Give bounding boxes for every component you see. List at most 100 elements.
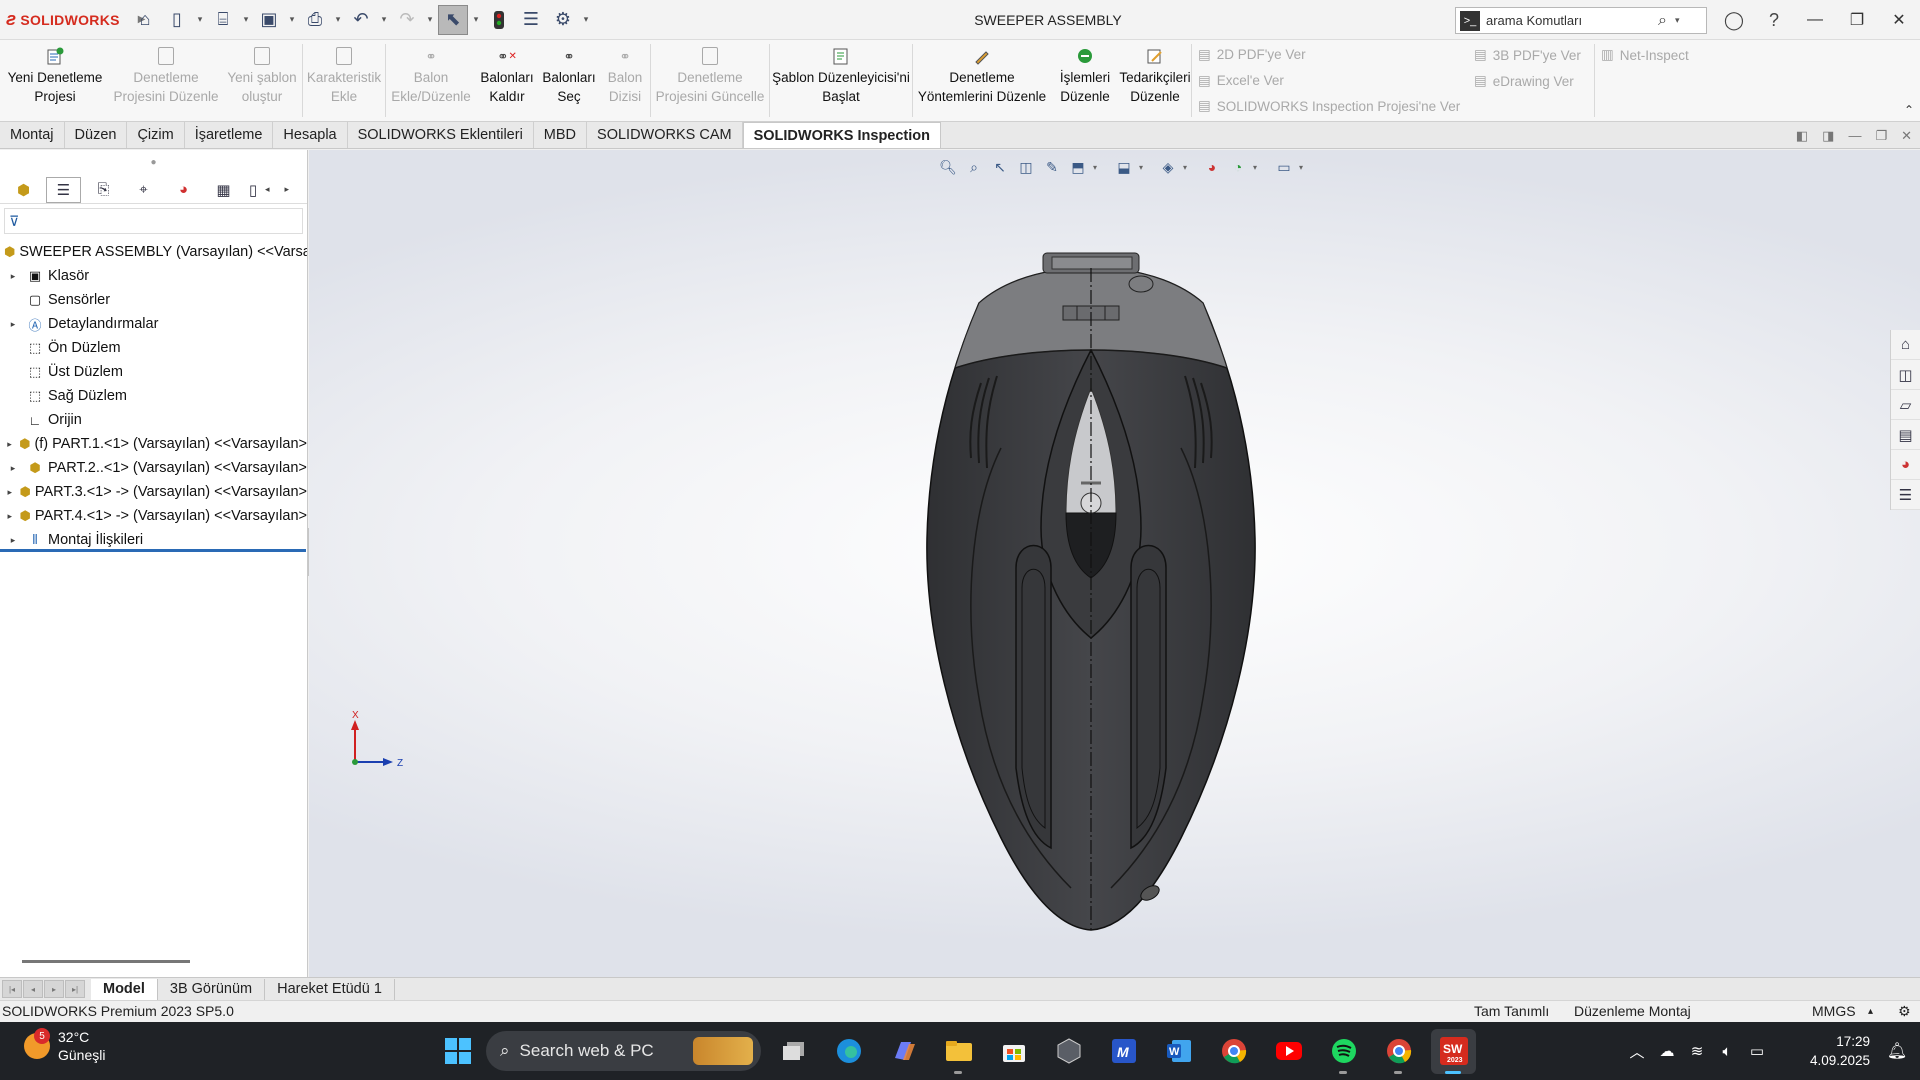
tree-item-sag-duzlem[interactable]: ⬚ Sağ Düzlem xyxy=(0,384,307,408)
status-units[interactable]: MMGS xyxy=(1812,1001,1856,1022)
tab-hesapla[interactable]: Hesapla xyxy=(273,122,348,148)
doc-close-icon[interactable]: ✕ xyxy=(1901,128,1912,144)
tree-item-ust-duzlem[interactable]: ⬚ Üst Düzlem xyxy=(0,360,307,384)
tree-item-detaylandirmalar[interactable]: ▸ Ⓐ Detaylandırmalar xyxy=(0,312,307,336)
open-dropdown-icon[interactable]: ▾ xyxy=(240,14,252,25)
options-gear-icon[interactable]: ⚙ xyxy=(548,5,578,35)
solidworks-taskbar-icon[interactable]: SW 2023 xyxy=(1431,1028,1476,1074)
youtube-icon[interactable] xyxy=(1266,1029,1311,1074)
export-inspection-project[interactable]: ▤ SOLIDWORKS Inspection Projesi'ne Ver xyxy=(1198,95,1462,117)
help-icon[interactable]: ? xyxy=(1754,10,1794,31)
export-net-inspect[interactable]: ▥ Net-Inspect xyxy=(1601,44,1709,66)
configuration-manager-tab-icon[interactable]: ⎘ xyxy=(86,177,121,203)
tree-item-sensorler[interactable]: ▢ Sensörler xyxy=(0,288,307,312)
spotify-icon[interactable] xyxy=(1321,1029,1366,1074)
ribbon-edit-vendors[interactable]: Tedarikçileri Düzenle xyxy=(1119,40,1191,121)
custom-properties-icon[interactable]: ☰ xyxy=(1891,480,1920,510)
doc-restore-icon[interactable]: ❐ xyxy=(1875,128,1887,144)
expand-arrow-icon[interactable]: ▸ xyxy=(6,487,13,498)
graphics-area[interactable]: 🔍︎ ⌕ ↖ ◫ ✎ ⬒ ▾ ⬓ ▾ ◈ ▾ ◕ ◔ ▾ ▭ ▾ X Z ⌂ ◫… xyxy=(309,150,1920,977)
select-dropdown-icon[interactable]: ▾ xyxy=(470,14,482,25)
chrome-icon[interactable] xyxy=(1211,1029,1256,1074)
previous-view-icon[interactable]: ↖ xyxy=(989,156,1011,178)
cam-tab-icon[interactable]: ▦ xyxy=(206,177,241,203)
horizontal-scrollbar[interactable] xyxy=(22,960,190,963)
export-2d-pdf[interactable]: ▤ 2D PDF'ye Ver xyxy=(1198,44,1462,66)
ribbon-balloon-sequence[interactable]: ⚭ Balon Dizisi xyxy=(600,40,650,121)
tabs-scroll-left-icon[interactable]: ◂ xyxy=(265,184,270,195)
microsoft-store-icon[interactable] xyxy=(991,1029,1036,1074)
file-explorer-icon[interactable] xyxy=(936,1029,981,1074)
dimxpert-tab-icon[interactable]: ⌖ xyxy=(126,177,161,203)
hide-show-items-icon[interactable]: ◈ xyxy=(1157,156,1179,178)
prev-tab-icon[interactable]: ◂ xyxy=(23,980,43,998)
last-tab-icon[interactable]: ▸| xyxy=(65,980,85,998)
units-dropdown-icon[interactable]: ▴ xyxy=(1868,1001,1873,1022)
expand-arrow-icon[interactable]: ▸ xyxy=(6,319,20,330)
view-orientation-icon[interactable]: ⬒ xyxy=(1067,156,1089,178)
ribbon-edit-inspection-project[interactable]: Denetleme Projesini Düzenle xyxy=(110,40,222,121)
dynamic-annotation-icon[interactable]: ✎ xyxy=(1041,156,1063,178)
rebuild-status-icon[interactable]: ⚙ xyxy=(1898,1001,1911,1022)
home-icon[interactable]: ⌂ xyxy=(130,5,160,35)
zoom-to-fit-icon[interactable]: 🔍︎ xyxy=(937,156,959,178)
print-dropdown-icon[interactable]: ▾ xyxy=(332,14,344,25)
ribbon-edit-operations[interactable]: İşlemleri Düzenle xyxy=(1051,40,1119,121)
collapse-ribbon-icon[interactable]: ⌃ xyxy=(1904,103,1914,117)
tab-duzen[interactable]: Düzen xyxy=(65,122,128,148)
windows-start-icon[interactable] xyxy=(440,1033,476,1069)
wifi-icon[interactable]: ≋ xyxy=(1682,1042,1712,1060)
select-cursor-icon[interactable]: ⬉ xyxy=(438,4,468,35)
ribbon-new-inspection-project[interactable]: Yeni Denetleme Projesi xyxy=(0,40,110,121)
tree-item-part2[interactable]: ▸ ⬢ PART.2..<1> (Varsayılan) <<Varsayıla… xyxy=(0,456,307,480)
tabs-scroll-right-icon[interactable]: ▸ xyxy=(285,184,290,195)
volume-icon[interactable]: 🔈︎ xyxy=(1712,1043,1742,1060)
taskbar-search[interactable]: ⌕ Search web & PC xyxy=(486,1031,761,1071)
property-manager-tab-icon[interactable]: ☰ xyxy=(46,176,81,203)
doc-minimize-icon[interactable]: — xyxy=(1848,128,1861,143)
solidworks-resources-icon[interactable]: ⌂ xyxy=(1891,330,1920,360)
tile-left-icon[interactable]: ◧ xyxy=(1796,128,1808,144)
tab-mbd[interactable]: MBD xyxy=(534,122,588,148)
export-3d-pdf[interactable]: ▤ 3B PDF'ye Ver xyxy=(1474,44,1588,66)
tab-montaj[interactable]: Montaj xyxy=(0,122,65,148)
tab-cam[interactable]: SOLIDWORKS CAM xyxy=(587,122,743,148)
tree-item-part4[interactable]: ▸ ⬢ PART.4.<1> -> (Varsayılan) <<Varsayı… xyxy=(0,504,307,528)
export-edrawing[interactable]: ▤ eDrawing Ver xyxy=(1474,70,1588,92)
ribbon-balloon-select[interactable]: ⚭ Balonları Seç xyxy=(538,40,600,121)
tree-filter[interactable]: ⊽ xyxy=(4,208,303,234)
show-hidden-icons-icon[interactable]: ︿ xyxy=(1622,1041,1652,1062)
display-style-dropdown-icon[interactable]: ▾ xyxy=(1139,163,1147,172)
rollback-bar[interactable] xyxy=(0,549,306,552)
new-document-icon[interactable]: ▯ xyxy=(162,5,192,35)
user-account-icon[interactable]: ◯ xyxy=(1714,10,1754,31)
notification-bell-icon[interactable]: 🔔︎ xyxy=(1882,1041,1912,1061)
ribbon-add-characteristic[interactable]: Karakteristik Ekle xyxy=(303,40,385,121)
options-dropdown-icon[interactable]: ▾ xyxy=(580,14,592,25)
search-input[interactable] xyxy=(1486,13,1656,28)
display-manager-tab-icon[interactable]: ◕ xyxy=(166,177,201,203)
expand-arrow-icon[interactable]: ▸ xyxy=(6,535,20,546)
tab-isaretleme[interactable]: İşaretleme xyxy=(185,122,274,148)
ribbon-balloon-remove[interactable]: ⚭ ✕ Balonları Kaldır xyxy=(476,40,538,121)
search-dropdown-icon[interactable]: ▾ xyxy=(1675,15,1680,26)
ribbon-new-template[interactable]: Yeni şablon oluştur xyxy=(222,40,302,121)
print-icon[interactable]: ⎙ xyxy=(300,5,330,35)
undo-dropdown-icon[interactable]: ▾ xyxy=(378,14,390,25)
expand-arrow-icon[interactable]: ▸ xyxy=(6,463,20,474)
tab-3d-view[interactable]: 3B Görünüm xyxy=(158,978,266,1000)
command-search[interactable]: >_ ⌕ ▾ xyxy=(1455,7,1707,34)
section-view-icon[interactable]: ◫ xyxy=(1015,156,1037,178)
ribbon-balloon-add[interactable]: ⚭ Balon Ekle/Düzenle xyxy=(386,40,476,121)
tree-item-orijin[interactable]: ∟ Orijin xyxy=(0,408,307,432)
zoom-to-area-icon[interactable]: ⌕ xyxy=(963,156,985,178)
rebuild-traffic-light-icon[interactable] xyxy=(484,5,514,35)
export-excel[interactable]: ▤ Excel'e Ver xyxy=(1198,70,1462,92)
restore-button[interactable]: ❐ xyxy=(1836,10,1878,30)
tile-right-icon[interactable]: ◨ xyxy=(1822,128,1834,144)
tree-item-klasor[interactable]: ▸ ▣ Klasör xyxy=(0,264,307,288)
file-explorer-icon[interactable]: ▱ xyxy=(1891,390,1920,420)
tree-item-part3[interactable]: ▸ ⬢ PART.3.<1> -> (Varsayılan) <<Varsayı… xyxy=(0,480,307,504)
hide-show-dropdown-icon[interactable]: ▾ xyxy=(1183,163,1191,172)
tab-inspection[interactable]: SOLIDWORKS Inspection xyxy=(742,122,941,148)
